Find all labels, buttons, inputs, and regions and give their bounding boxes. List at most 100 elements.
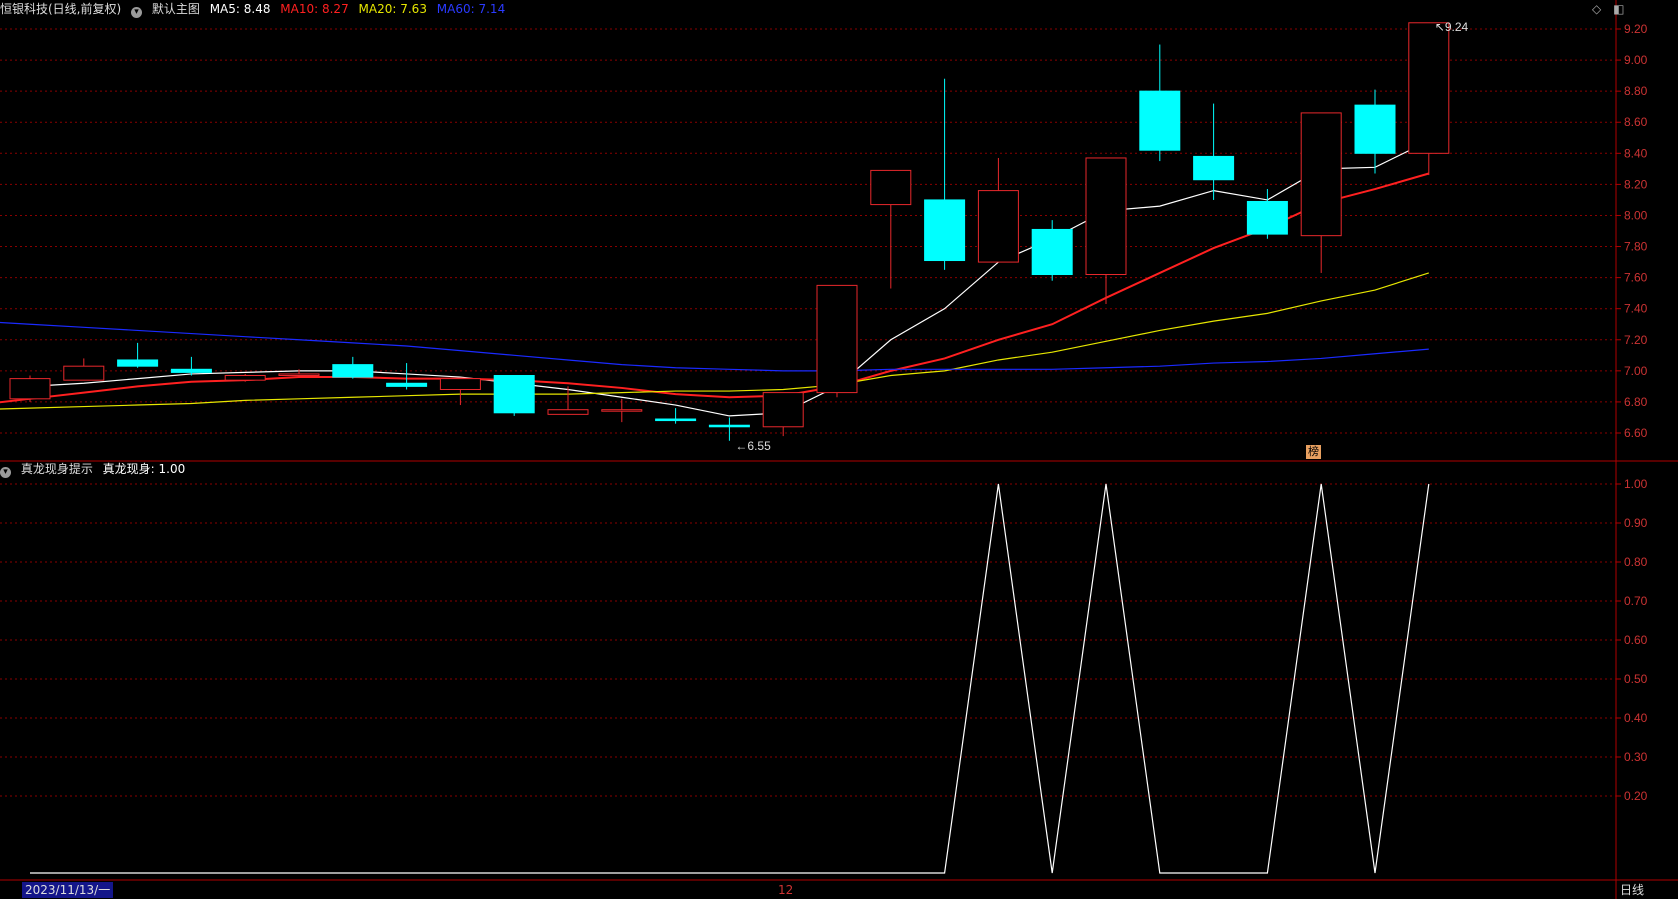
price-tick-label: 7.80 <box>1624 240 1648 254</box>
price-tick-label: 7.20 <box>1624 333 1648 347</box>
candle <box>924 78 966 270</box>
ma5-label: MA5: 8.48 <box>209 2 271 16</box>
candle <box>1031 220 1073 281</box>
candle-body <box>493 375 535 414</box>
indicator-tick-label: 0.90 <box>1624 516 1648 530</box>
candle <box>332 356 374 379</box>
chevron-down-icon[interactable]: ▾ <box>131 7 143 18</box>
ma5-line <box>29 140 1430 417</box>
candle-body <box>1031 228 1073 276</box>
candle <box>655 408 697 424</box>
candle <box>170 356 212 376</box>
main-chart-header: 恒银科技(日线,前复权) ▾ 默认主图 MA5: 8.48 MA10: 8.27… <box>0 0 511 18</box>
price-tick-label: 8.60 <box>1624 115 1648 129</box>
candle <box>117 342 159 368</box>
candlestick-layer[interactable] <box>9 22 1450 441</box>
rank-badge[interactable]: 榜 <box>1306 445 1321 459</box>
candle-body <box>1354 104 1396 154</box>
chevron-down-icon[interactable]: ▾ <box>0 467 11 478</box>
candle <box>762 392 804 437</box>
candle <box>708 417 750 441</box>
price-tick-label: 7.00 <box>1624 364 1648 378</box>
candle-body <box>1246 200 1288 235</box>
price-tick-label: 7.40 <box>1624 302 1648 316</box>
candle <box>1300 112 1342 273</box>
candle-body <box>9 378 51 400</box>
candle-body <box>708 424 750 428</box>
candle-body <box>1139 90 1181 151</box>
price-tick-label: 8.80 <box>1624 84 1648 98</box>
ma20-line <box>0 272 1429 410</box>
price-tick-label: 7.60 <box>1624 271 1648 285</box>
candle-body <box>977 190 1019 263</box>
panel-toggle-icon[interactable]: ◧ <box>1613 2 1624 16</box>
low-price-annotation: ←6.55 <box>735 439 771 453</box>
candle-body <box>1300 112 1342 237</box>
stock-title: 恒银科技(日线,前复权) <box>0 2 122 16</box>
candle <box>816 284 858 398</box>
candle-body <box>1085 157 1127 276</box>
candle-body <box>439 378 481 390</box>
candle-body <box>870 169 912 206</box>
diamond-icon[interactable]: ◇ <box>1592 2 1601 16</box>
ma10-line <box>0 172 1430 404</box>
indicator-tick-label: 0.80 <box>1624 555 1648 569</box>
candle <box>547 386 589 415</box>
candle <box>1139 44 1181 162</box>
template-label[interactable]: 默认主图 <box>152 2 200 16</box>
indicator-tick-label: 0.70 <box>1624 594 1648 608</box>
candle-body <box>1193 155 1235 181</box>
period-label[interactable]: 日线 <box>1620 882 1644 898</box>
indicator-value: 真龙现身: 1.00 <box>102 462 186 476</box>
indicator-tick-label: 0.40 <box>1624 711 1648 725</box>
candle-body <box>655 418 697 422</box>
candle <box>9 375 51 402</box>
ma60-label: MA60: 7.14 <box>436 2 506 16</box>
candle <box>439 378 481 406</box>
indicator-line <box>30 483 1430 874</box>
candle <box>977 157 1019 263</box>
candle-body <box>816 284 858 394</box>
candle-body <box>601 409 643 412</box>
stock-chart[interactable]: 9.20 9.00 8.80 8.60 8.40 8.20 8.00 7.80 7.60 7.40… <box>0 0 1678 899</box>
candle-body <box>332 364 374 378</box>
month-marker: 12 <box>778 883 794 897</box>
candle <box>493 375 535 416</box>
price-tick-label: 9.20 <box>1624 22 1648 36</box>
candle-body <box>63 365 105 381</box>
candle-body <box>547 409 589 415</box>
candle-body <box>117 359 159 367</box>
candle-body <box>386 382 428 387</box>
price-tick-label: 6.60 <box>1624 426 1648 440</box>
price-tick-label: 9.00 <box>1624 53 1648 67</box>
candle-body <box>278 373 320 377</box>
candle <box>1408 22 1450 176</box>
candle <box>1246 189 1288 239</box>
candle <box>63 358 105 381</box>
indicator-tick-label: 0.30 <box>1624 750 1648 764</box>
price-tick-label: 6.80 <box>1624 395 1648 409</box>
indicator-tick-label: 0.20 <box>1624 789 1648 803</box>
indicator-tick-label: 1.00 <box>1624 477 1648 491</box>
price-tick-label: 8.00 <box>1624 208 1648 222</box>
candle-body <box>924 199 966 262</box>
price-tick-label: 8.20 <box>1624 177 1648 191</box>
indicator-header: ▾ 真龙现身提示 真龙现身: 1.00 <box>0 460 191 478</box>
candle-body <box>1408 22 1450 154</box>
price-tick-label: 8.40 <box>1624 146 1648 160</box>
candle <box>224 373 266 382</box>
ma20-label: MA20: 7.63 <box>358 2 427 16</box>
ma60-line <box>0 321 1429 372</box>
candle <box>386 363 428 390</box>
candle <box>1193 103 1235 200</box>
indicator-tick-label: 0.50 <box>1624 672 1648 686</box>
high-price-annotation: ↖9.24 <box>1435 20 1469 34</box>
price-axis: 9.20 9.00 8.80 8.60 8.40 8.20 8.00 7.80 7.60 7.40… <box>1616 22 1648 803</box>
candle-body <box>762 392 804 428</box>
indicator-name[interactable]: 真龙现身提示 <box>21 462 93 476</box>
window-controls: ◇ ◧ <box>1584 2 1624 16</box>
cursor-date-label: 2023/11/13/一 <box>22 882 114 898</box>
moving-average-lines <box>0 140 1430 417</box>
candle <box>1085 157 1127 305</box>
ma10-label: MA10: 8.27 <box>280 2 349 16</box>
